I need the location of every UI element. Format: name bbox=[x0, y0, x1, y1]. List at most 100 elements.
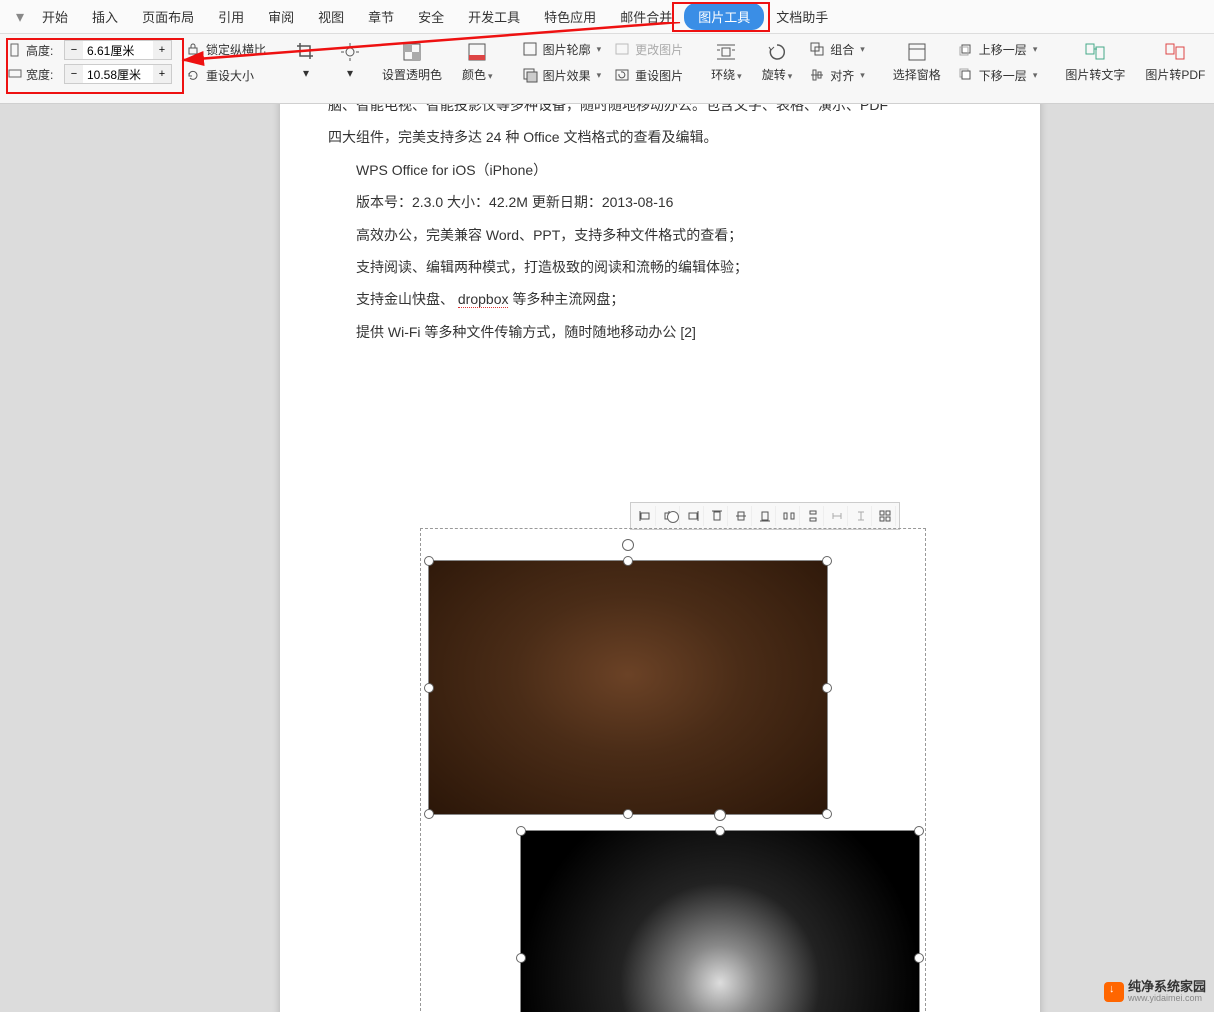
height-icon bbox=[8, 43, 22, 57]
menu-dev-tools[interactable]: 开发工具 bbox=[456, 3, 532, 30]
wrap-icon bbox=[714, 40, 738, 64]
reset-size-icon bbox=[184, 66, 202, 84]
lock-reset-group: 锁定纵横比 重设大小 bbox=[182, 38, 268, 86]
menu-special[interactable]: 特色应用 bbox=[532, 3, 608, 30]
resize-handle[interactable] bbox=[914, 953, 924, 963]
resize-handle[interactable] bbox=[822, 683, 832, 693]
transparency-icon bbox=[400, 40, 424, 64]
resize-handle[interactable] bbox=[623, 809, 633, 819]
resize-handle[interactable] bbox=[822, 809, 832, 819]
sel-pane-label: 选择窗格 bbox=[893, 66, 941, 83]
para: 高效办公，完美兼容 Word、PPT，支持多种文件格式的查看； bbox=[328, 224, 992, 246]
change-picture-button: 更改图片 bbox=[611, 38, 685, 60]
group-align-stack: 组合▾ 对齐▾ bbox=[806, 38, 867, 86]
width-icon bbox=[8, 67, 22, 81]
rotation-handle[interactable] bbox=[622, 539, 634, 551]
height-minus-button[interactable]: − bbox=[65, 41, 83, 59]
width-field[interactable] bbox=[83, 67, 153, 81]
reset-picture-button[interactable]: 重设图片 bbox=[611, 64, 685, 86]
height-stepper[interactable]: − + bbox=[64, 40, 172, 60]
resize-handle[interactable] bbox=[715, 826, 725, 836]
reset-size-button[interactable]: 重设大小 bbox=[182, 64, 268, 86]
width-stepper[interactable]: − + bbox=[64, 64, 172, 84]
menu-chapter[interactable]: 章节 bbox=[356, 3, 406, 30]
set-alpha-label: 设置透明色 bbox=[382, 66, 442, 83]
more-options-button[interactable] bbox=[874, 506, 896, 526]
selected-image-1[interactable] bbox=[428, 560, 828, 815]
align-left-button[interactable] bbox=[634, 506, 656, 526]
width-label: 宽度: bbox=[26, 66, 60, 83]
picture-outline-button[interactable]: 图片轮廓▾ bbox=[519, 38, 604, 60]
pic-to-text-label: 图片转文字 bbox=[1065, 66, 1125, 83]
menu-reference[interactable]: 引用 bbox=[206, 3, 256, 30]
menu-security[interactable]: 安全 bbox=[406, 3, 456, 30]
height-field[interactable] bbox=[83, 43, 153, 57]
up-layer-button[interactable]: 上移一层▾ bbox=[955, 38, 1040, 60]
menu-doc-helper[interactable]: 文档助手 bbox=[764, 3, 840, 30]
reset-pic-icon bbox=[613, 66, 631, 84]
menu-insert[interactable]: 插入 bbox=[80, 3, 130, 30]
selected-image-2[interactable] bbox=[520, 830, 920, 1012]
distribute-h-button[interactable] bbox=[778, 506, 800, 526]
pic-to-text-button[interactable]: 图片转文字 bbox=[1059, 38, 1131, 85]
height-plus-button[interactable]: + bbox=[153, 41, 171, 59]
lock-icon bbox=[184, 40, 202, 58]
selection-pane-button[interactable]: 选择窗格 bbox=[887, 38, 947, 85]
chevron-down-icon: ▾ bbox=[860, 44, 865, 55]
para: 版本号：2.3.0 大小：42.2M 更新日期：2013-08-16 bbox=[328, 191, 992, 213]
chevron-down-icon: ▾ bbox=[488, 71, 493, 81]
rotate-button[interactable]: 旋转▾ bbox=[756, 38, 799, 85]
ribbon: 高度: − + 宽度: − + 锁定纵横比 重设大小 bbox=[0, 34, 1214, 104]
height-label: 高度: bbox=[26, 42, 60, 59]
menu-review[interactable]: 审阅 bbox=[256, 3, 306, 30]
menu-page-layout[interactable]: 页面布局 bbox=[130, 3, 206, 30]
down-layer-button[interactable]: 下移一层▾ bbox=[955, 64, 1040, 86]
chevron-down-icon: ▾ bbox=[860, 70, 865, 81]
text: 支持金山快盘、 bbox=[356, 291, 454, 307]
resize-handle[interactable] bbox=[424, 556, 434, 566]
crop-button[interactable]: ▾ bbox=[288, 38, 324, 82]
wrap-button[interactable]: 环绕▾ bbox=[705, 38, 748, 85]
rotation-handle[interactable] bbox=[667, 511, 679, 523]
down-layer-label: 下移一层 bbox=[979, 67, 1027, 84]
equal-width-button[interactable] bbox=[826, 506, 848, 526]
menu-start[interactable]: 开始 bbox=[30, 3, 80, 30]
picture-effect-button[interactable]: 图片效果▾ bbox=[519, 64, 604, 86]
resize-handle[interactable] bbox=[424, 809, 434, 819]
resize-handle[interactable] bbox=[424, 683, 434, 693]
menu-bar: ▾ 开始 插入 页面布局 引用 审阅 视图 章节 安全 开发工具 特色应用 邮件… bbox=[0, 0, 1214, 34]
align-top-button[interactable] bbox=[706, 506, 728, 526]
resize-handle[interactable] bbox=[516, 826, 526, 836]
align-middle-v-button[interactable] bbox=[730, 506, 752, 526]
color-button[interactable]: 颜色▾ bbox=[456, 38, 499, 85]
color-label: 颜色 bbox=[462, 68, 486, 82]
chevron-down-icon: ▾ bbox=[788, 71, 793, 81]
distribute-v-button[interactable] bbox=[802, 506, 824, 526]
color-icon bbox=[465, 40, 489, 64]
wrap-label: 环绕 bbox=[711, 68, 735, 82]
menu-mail-merge[interactable]: 邮件合并 bbox=[608, 3, 684, 30]
align-bottom-button[interactable] bbox=[754, 506, 776, 526]
para: WPS Office for iOS（iPhone） bbox=[328, 159, 992, 181]
set-alpha-button[interactable]: 设置透明色 bbox=[376, 38, 448, 85]
menu-chevron-icon[interactable]: ▾ bbox=[10, 7, 30, 27]
menu-picture-tools[interactable]: 图片工具 bbox=[684, 3, 764, 30]
resize-handle[interactable] bbox=[914, 826, 924, 836]
resize-handle[interactable] bbox=[822, 556, 832, 566]
lock-ratio-toggle[interactable]: 锁定纵横比 bbox=[182, 38, 268, 60]
align-button[interactable]: 对齐▾ bbox=[806, 64, 867, 86]
menu-view[interactable]: 视图 bbox=[306, 3, 356, 30]
pic-to-pdf-button[interactable]: 图片转PDF bbox=[1139, 38, 1211, 85]
equal-height-button[interactable] bbox=[850, 506, 872, 526]
width-minus-button[interactable]: − bbox=[65, 65, 83, 83]
resize-handle[interactable] bbox=[516, 953, 526, 963]
brightness-button[interactable]: ▾ bbox=[332, 38, 368, 82]
align-right-button[interactable] bbox=[682, 506, 704, 526]
watermark-logo-icon bbox=[1104, 982, 1124, 1002]
width-plus-button[interactable]: + bbox=[153, 65, 171, 83]
rotation-handle[interactable] bbox=[714, 809, 726, 821]
document-viewport[interactable]: 脑、智能电视、智能投影仪等多种设备，随时随地移动办公。包含文字、表格、演示、PD… bbox=[0, 104, 1214, 1012]
change-reset-group: 更改图片 重设图片 bbox=[611, 38, 685, 86]
resize-handle[interactable] bbox=[623, 556, 633, 566]
group-button[interactable]: 组合▾ bbox=[806, 38, 867, 60]
